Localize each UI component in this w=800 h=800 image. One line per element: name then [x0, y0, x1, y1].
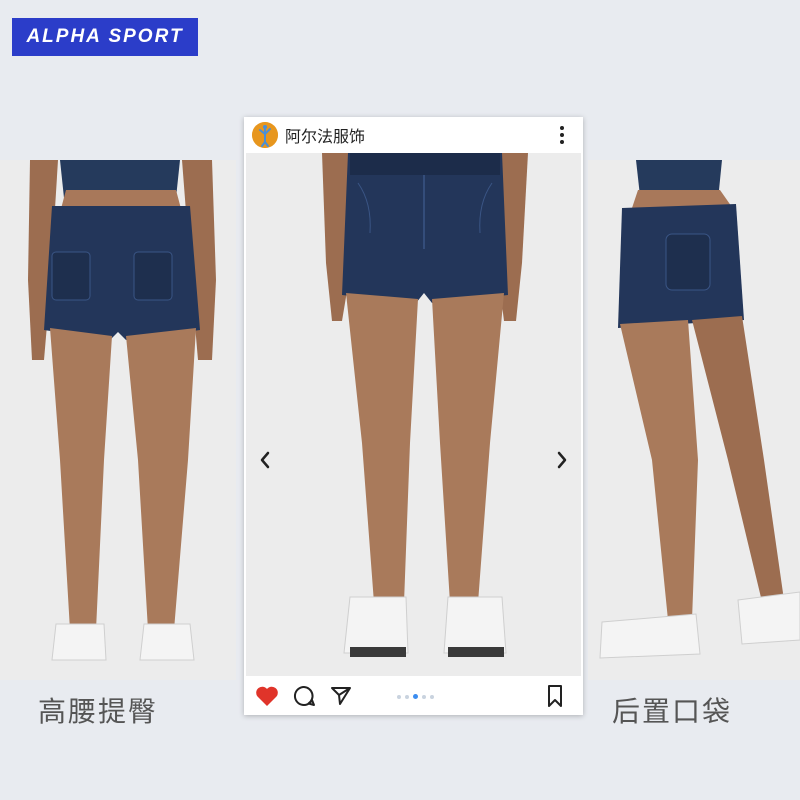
comment-icon[interactable]	[291, 683, 317, 709]
more-vertical-icon[interactable]	[559, 126, 565, 144]
brand-name: ALPHA SPORT	[26, 26, 184, 47]
right-product-photo	[588, 160, 800, 680]
post-action-bar	[244, 677, 583, 715]
back-view-illustration	[0, 160, 236, 680]
dancer-avatar-icon[interactable]	[252, 122, 278, 148]
left-product-photo	[0, 160, 236, 680]
heart-icon[interactable]	[254, 683, 280, 709]
carousel-dot-active	[413, 694, 418, 699]
chevron-right-icon[interactable]	[552, 448, 572, 472]
front-view-illustration	[246, 153, 581, 676]
send-icon[interactable]	[328, 683, 354, 709]
chevron-left-icon[interactable]	[255, 448, 275, 472]
post-header: 阿尔法服饰	[244, 117, 583, 153]
brand-logo: ALPHA SPORT	[12, 18, 198, 56]
bookmark-icon[interactable]	[542, 683, 568, 709]
right-caption: 后置口袋	[612, 695, 733, 728]
carousel-dot	[405, 694, 409, 699]
carousel-dot	[430, 694, 434, 699]
carousel-dot	[422, 694, 426, 699]
carousel-indicator	[397, 694, 434, 699]
post-photo[interactable]	[246, 153, 581, 676]
side-view-illustration	[588, 160, 800, 680]
left-caption: 高腰提臀	[38, 695, 159, 728]
carousel-dot	[397, 694, 401, 699]
social-post-card: 阿尔法服饰	[244, 117, 583, 715]
post-username[interactable]: 阿尔法服饰	[285, 123, 365, 147]
